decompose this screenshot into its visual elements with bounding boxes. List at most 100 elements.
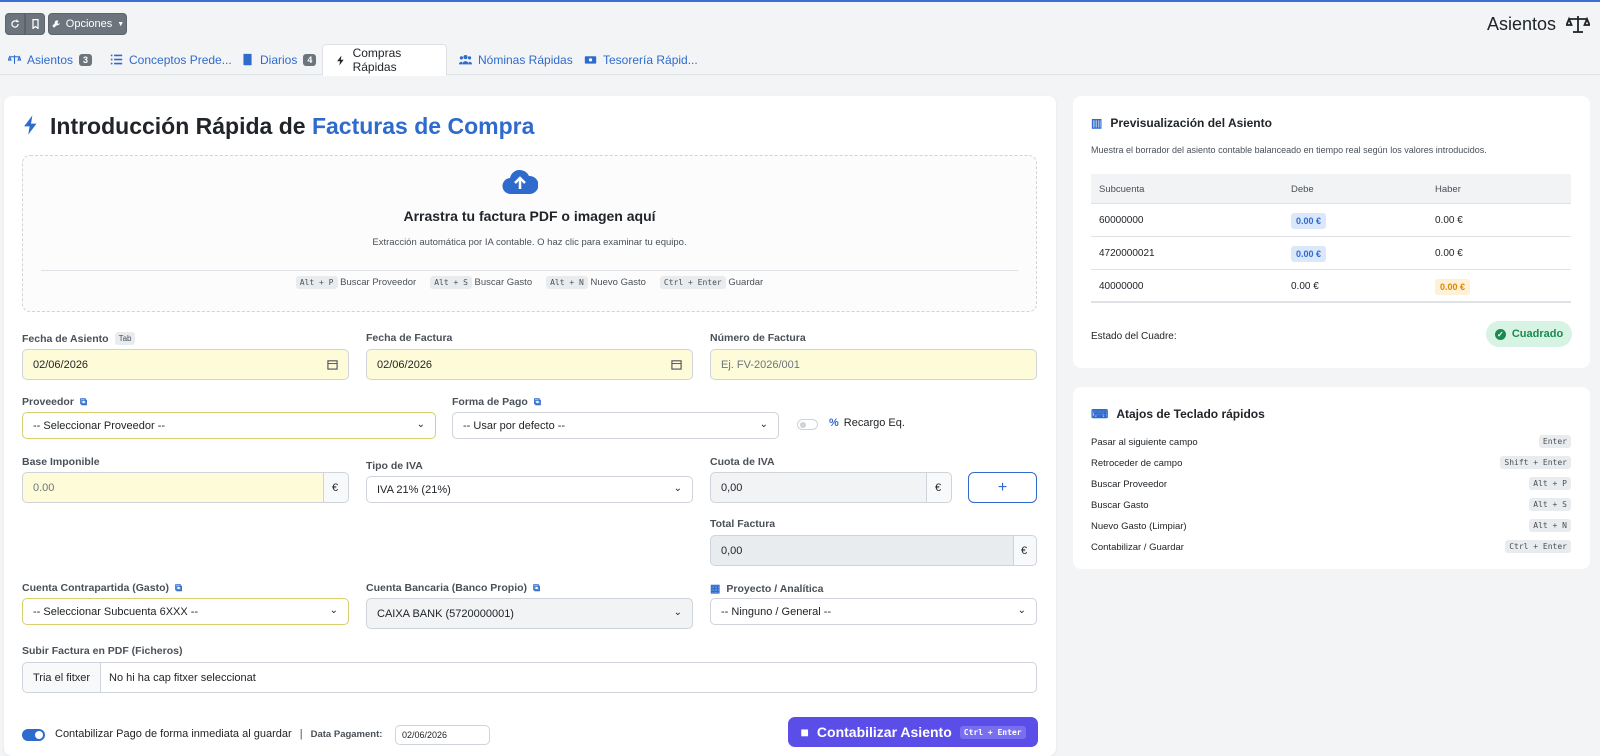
data-pagament-input[interactable]: 02/06/2026 (395, 725, 490, 745)
input-value: 0,00 (721, 544, 743, 557)
fecha-asiento-label: Fecha de Asiento Tab (22, 332, 136, 345)
shortcut-row: Buscar Proveedor Alt + P (1091, 475, 1571, 495)
wrench-icon (52, 20, 60, 28)
shortcut-key: Shift + Enter (1500, 456, 1571, 469)
contrapartida-select[interactable]: -- Seleccionar Subcuenta 6XXX -- ⌄ (22, 598, 349, 625)
preview-subtitle: Muestra el borrador del asiento contable… (1091, 145, 1487, 155)
recargo-label: % Recargo Eq. (829, 417, 905, 429)
cell-subcuenta: 4720000021 (1099, 248, 1155, 259)
options-dropdown-button[interactable]: Opciones ▼ (48, 13, 127, 35)
tab-count-badge: 3 (79, 53, 93, 66)
bancaria-label: Cuenta Bancaria (Banco Propio) ⧉ (366, 582, 540, 594)
base-imponible-label: Base Imponible (22, 456, 100, 468)
shortcut-hint: Alt + P Buscar Proveedor (295, 276, 417, 289)
contabilizar-button[interactable]: ■ Contabilizar Asiento Ctrl + Enter (788, 717, 1038, 747)
shortcut-key: Alt + P (295, 276, 338, 289)
refresh-button[interactable] (5, 13, 25, 35)
shortcut-row: Nuevo Gasto (Limpiar) Alt + N (1091, 517, 1571, 537)
preview-table-header: Subcuenta Debe Haber (1091, 174, 1571, 204)
table-row: 60000000 0.00 € 0.00 € (1091, 204, 1571, 237)
subir-factura-label: Subir Factura en PDF (Ficheros) (22, 645, 183, 657)
external-link-icon[interactable]: ⧉ (175, 583, 182, 594)
label-text: Fecha de Asiento (22, 332, 109, 345)
shortcuts-card: ⌨ Atajos de Teclado rápidos Pasar al sig… (1073, 387, 1590, 569)
toggle-knob (800, 422, 806, 428)
proveedor-label: Proveedor ⧉ (22, 396, 87, 408)
external-link-icon[interactable]: ⧉ (533, 583, 540, 594)
total-factura-input: 0,00 (710, 535, 1014, 566)
options-label: Opciones (65, 18, 113, 30)
shortcuts-title: ⌨ Atajos de Teclado rápidos (1091, 407, 1265, 421)
cell-subcuenta: 60000000 (1099, 215, 1144, 226)
fecha-factura-label: Fecha de Factura (366, 332, 453, 344)
proveedor-select[interactable]: -- Seleccionar Proveedor -- ⌄ (22, 412, 436, 439)
tab-compras-rapidas[interactable]: Compras Rápidas (322, 44, 447, 76)
recargo-toggle[interactable] (797, 419, 818, 430)
choose-file-button[interactable]: Tria el fitxer (23, 663, 102, 692)
tab-asientos[interactable]: Asientos 3 (0, 44, 100, 75)
fecha-asiento-input[interactable]: 02/06/2026 (22, 349, 349, 380)
tab-label: Diarios (260, 52, 298, 67)
tab-nominas-rapidas[interactable]: Nóminas Rápidas (451, 44, 581, 75)
tipo-iva-select[interactable]: IVA 21% (21%) ⌄ (366, 476, 693, 503)
shortcut-row: Buscar Gasto Alt + S (1091, 496, 1571, 516)
shortcut-label: Buscar Gasto (474, 277, 533, 288)
shortcut-row: Retroceder de campo Shift + Enter (1091, 454, 1571, 474)
tab-tesoreria-rapida[interactable]: Tesorería Rápid... (576, 44, 706, 75)
file-drop-zone[interactable]: Arrastra tu factura PDF o imagen aquí Ex… (22, 155, 1037, 312)
tab-bar: Asientos 3 Conceptos Prede... Diarios 4 … (0, 44, 1600, 76)
page-title: Asientos (1486, 14, 1556, 34)
shortcut-label: Nuevo Gasto (Limpiar) (1091, 521, 1187, 532)
toggle-knob (35, 731, 43, 739)
lightning-icon (337, 54, 344, 66)
shortcut-key: Ctrl + Enter (659, 276, 726, 289)
currency-symbol: € (1021, 544, 1028, 557)
shortcut-label: Pasar al siguiente campo (1091, 437, 1198, 448)
shortcut-key: Alt + N (1529, 519, 1571, 532)
forma-pago-label: Forma de Pago ⧉ (452, 396, 541, 408)
bancaria-select[interactable]: CAIXA BANK (5720000001) ⌄ (366, 598, 693, 629)
refresh-icon (11, 19, 19, 28)
caret-down-icon: ▼ (117, 20, 125, 28)
cloud-upload-icon (502, 169, 538, 195)
shortcut-key: Enter (1538, 435, 1571, 448)
bookmark-button[interactable] (25, 13, 45, 35)
input-value: 02/06/2026 (33, 358, 89, 371)
cell-haber: 0.00 € (1435, 215, 1463, 226)
file-input[interactable]: Tria el fitxer No hi ha cap fitxer selec… (22, 662, 1037, 693)
chevron-down-icon: ⌄ (759, 419, 768, 430)
shortcut-row: Contabilizar / Guardar Ctrl + Enter (1091, 538, 1571, 558)
cuota-iva-input[interactable]: 0,00 (710, 472, 927, 503)
forma-pago-select[interactable]: -- Usar por defecto -- ⌄ (452, 412, 779, 439)
tab-label: Asientos (27, 52, 74, 67)
estado-badge: ✓ Cuadrado (1486, 321, 1572, 347)
shortcut-key: Alt + S (430, 276, 472, 289)
shortcut-key: Ctrl + Enter (959, 725, 1026, 739)
tab-hint: Tab (114, 332, 136, 345)
proyecto-select[interactable]: -- Ninguno / General -- ⌄ (710, 598, 1037, 625)
shortcut-key: Ctrl + Enter (1505, 540, 1571, 553)
base-imponible-input[interactable]: 0.00 (22, 472, 324, 503)
column-header: Haber (1435, 184, 1461, 195)
label-text: Forma de Pago (452, 396, 528, 408)
contrapartida-label: Cuenta Contrapartida (Gasto) ⧉ (22, 582, 182, 594)
scale-icon (1566, 16, 1590, 33)
external-link-icon[interactable]: ⧉ (80, 397, 87, 408)
shortcut-label: Nuevo Gasto (590, 277, 646, 288)
tab-conceptos[interactable]: Conceptos Prede... (102, 44, 240, 75)
pago-toggle[interactable] (22, 729, 45, 741)
shortcut-label: Buscar Proveedor (340, 277, 417, 288)
book-icon (243, 53, 252, 66)
external-link-icon[interactable]: ⧉ (534, 397, 541, 408)
table-row: 4720000021 0.00 € 0.00 € (1091, 237, 1571, 270)
numero-factura-input[interactable]: Ej. FV-2026/001 (710, 349, 1037, 380)
shortcut-key: Alt + S (1529, 498, 1571, 511)
button-label: Contabilizar Asiento (816, 724, 952, 740)
label-text: Proveedor (22, 396, 74, 408)
numero-factura-label: Número de Factura (710, 332, 806, 344)
add-line-button[interactable]: + (968, 472, 1037, 503)
tab-diarios[interactable]: Diarios 4 (233, 44, 324, 75)
estado-label: Estado del Cuadre: (1091, 331, 1177, 342)
drop-subtitle: Extracción automática por IA contable. O… (372, 237, 687, 248)
fecha-factura-input[interactable]: 02/06/2026 (366, 349, 693, 380)
